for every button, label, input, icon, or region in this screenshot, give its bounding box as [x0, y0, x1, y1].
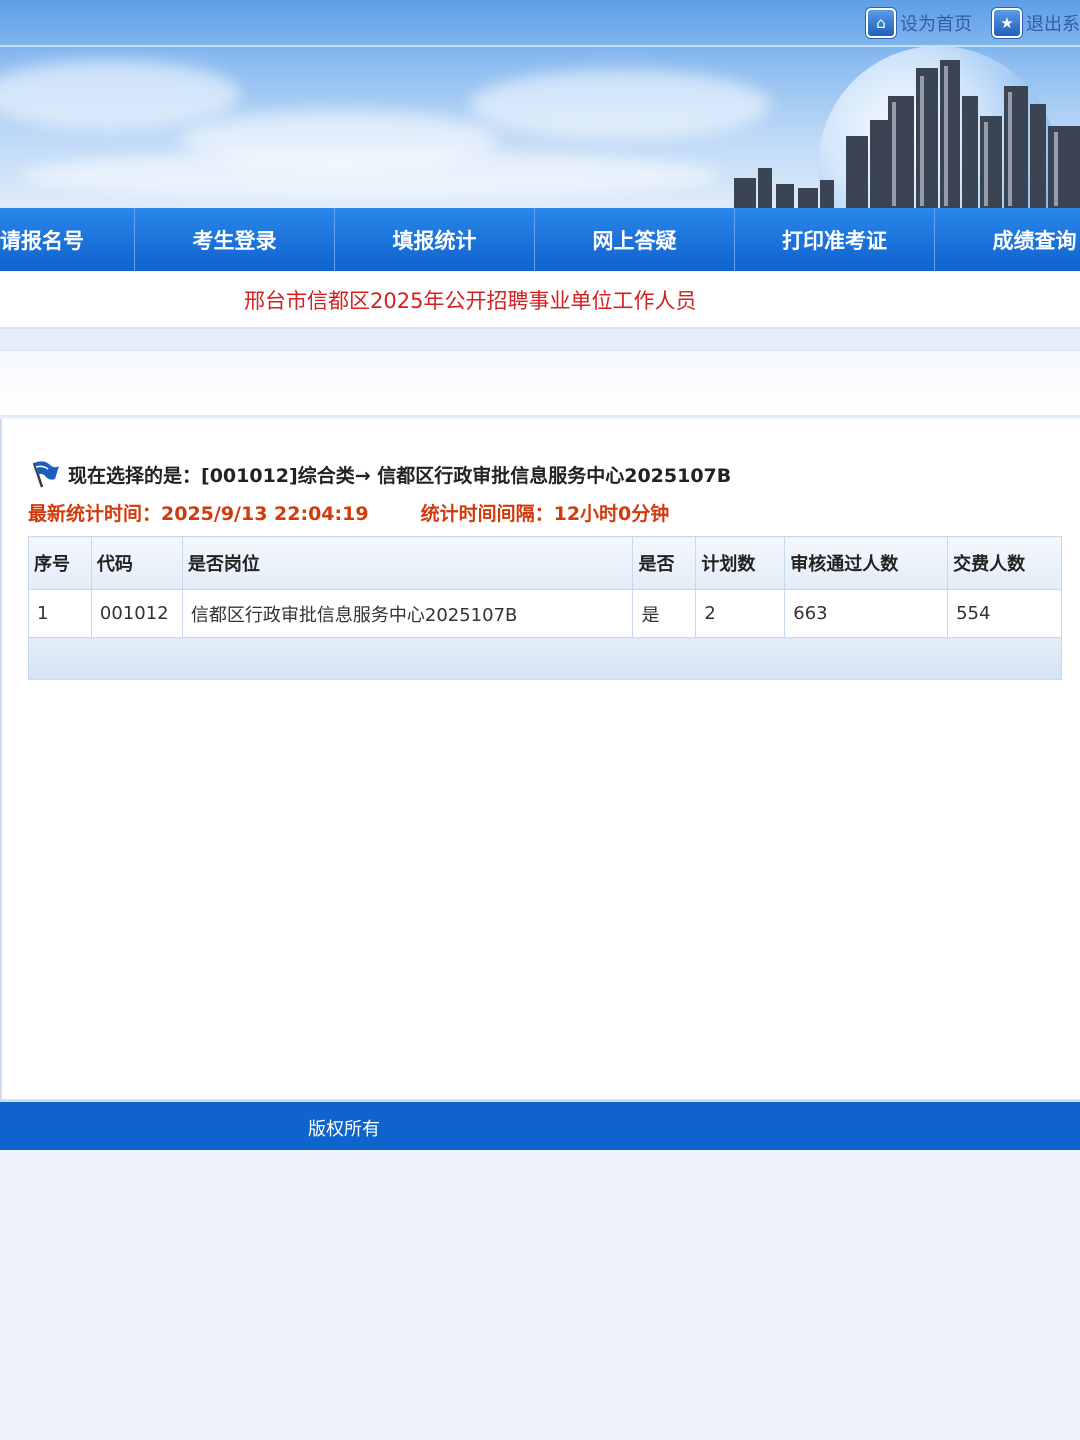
copyright-text: 版权所有 — [308, 1119, 380, 1140]
table-header-row: 序号 代码 是否岗位 是否 计划数 审核通过人数 交费人数 — [28, 536, 1062, 590]
cell-yesno: 是 — [632, 589, 697, 638]
updated-label: 最新统计时间： — [28, 503, 162, 525]
home-icon: ⌂ — [866, 8, 896, 38]
logout-link[interactable]: ★ 退出系 — [992, 8, 1080, 38]
spacer-strip — [0, 351, 1080, 417]
col-header-approved: 审核通过人数 — [784, 536, 949, 590]
selection-line: 现在选择的是： [001012]综合类→ 信都区行政审批信息服务中心202510… — [28, 459, 731, 489]
cell-plan: 2 — [695, 589, 786, 638]
table-footer-row — [28, 637, 1062, 680]
divider-strip — [0, 329, 1080, 351]
stats-line: 最新统计时间：2025/9/13 22:04:19 统计时间间隔：12小时0分钟 — [28, 499, 669, 526]
cell-position: 信都区行政审批信息服务中心2025107B — [181, 589, 634, 638]
page-title: 邢台市信都区2025年公开招聘事业单位工作人员 — [244, 289, 697, 313]
stats-table: 序号 代码 是否岗位 是否 计划数 审核通过人数 交费人数 1 001012 信… — [28, 536, 1062, 680]
col-header-plan: 计划数 — [695, 536, 786, 590]
nav-item-qa[interactable]: 网上答疑 — [535, 208, 735, 271]
set-home-link[interactable]: ⌂ 设为首页 — [866, 8, 972, 38]
nav-item-print-admission[interactable]: 打印准考证 — [735, 208, 935, 271]
updated-value: 2025/9/13 22:04:19 — [161, 503, 369, 525]
main-content: 现在选择的是： [001012]综合类→ 信都区行政审批信息服务中心202510… — [0, 419, 1080, 1099]
city-skyline-image — [734, 60, 1080, 208]
cell-index: 1 — [28, 589, 92, 638]
col-header-yesno: 是否 — [632, 536, 697, 590]
main-nav: 请报名号 考生登录 填报统计 网上答疑 打印准考证 成绩查询 — [0, 208, 1080, 271]
title-strip: 邢台市信都区2025年公开招聘事业单位工作人员 — [0, 271, 1080, 329]
cloud-decoration — [470, 70, 770, 140]
set-home-label: 设为首页 — [900, 14, 972, 35]
col-header-paid: 交费人数 — [947, 536, 1062, 590]
header-banner: ⌂ 设为首页 ★ 退出系 — [0, 0, 1080, 208]
selection-value: [001012]综合类→ 信都区行政审批信息服务中心2025107B — [201, 464, 732, 487]
cloud-decoration — [0, 60, 240, 130]
cell-approved: 663 — [784, 589, 949, 638]
nav-item-login[interactable]: 考生登录 — [135, 208, 335, 271]
nav-item-statistics[interactable]: 填报统计 — [335, 208, 535, 271]
table-footer-cell — [28, 637, 1062, 680]
cloud-decoration — [20, 150, 720, 200]
footer: 版权所有 — [0, 1102, 1080, 1150]
col-header-code: 代码 — [90, 536, 183, 590]
flag-icon — [32, 461, 59, 488]
logout-label: 退出系 — [1026, 14, 1080, 35]
table-row: 1 001012 信都区行政审批信息服务中心2025107B 是 2 663 5… — [28, 589, 1062, 638]
col-header-index: 序号 — [28, 536, 92, 590]
nav-item-score-query[interactable]: 成绩查询 — [935, 208, 1080, 271]
cell-code: 001012 — [90, 589, 183, 638]
nav-item-register[interactable]: 请报名号 — [0, 208, 135, 271]
interval-value: 12小时0分钟 — [553, 503, 670, 525]
col-header-position: 是否岗位 — [181, 536, 634, 590]
cell-paid: 554 — [947, 589, 1062, 638]
star-icon: ★ — [992, 8, 1022, 38]
selection-prefix: 现在选择的是： — [68, 464, 202, 487]
interval-label: 统计时间间隔： — [420, 503, 554, 525]
